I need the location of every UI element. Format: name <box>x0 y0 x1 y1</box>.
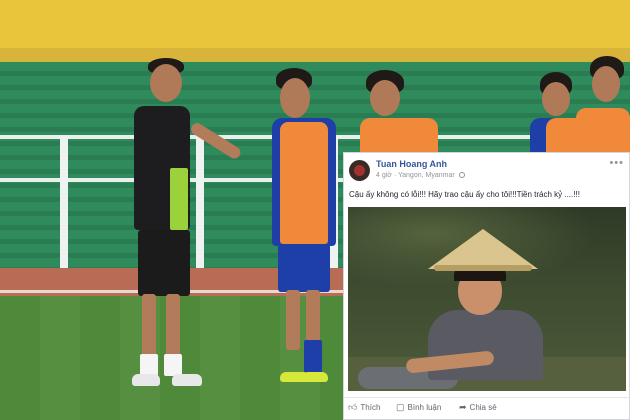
post-meta: 4 giờ · Yangon, Myanmar <box>376 172 465 179</box>
coach-figure <box>130 58 243 398</box>
post-time[interactable]: 4 giờ <box>376 172 392 179</box>
share-button[interactable]: ➦ Chia sẻ <box>459 402 497 413</box>
share-label: Chia sẻ <box>469 403 497 412</box>
avatar[interactable] <box>349 160 370 181</box>
stadium-wall <box>0 0 630 62</box>
fence-post <box>60 135 68 271</box>
post-text: Cậu ấy không có lỗi!!! Hãy trao cậu ấy c… <box>349 190 580 199</box>
like-label: Thích <box>360 403 381 412</box>
comment-button[interactable]: ▢ Bình luận <box>396 402 441 413</box>
speech-bubble-icon: ▢ <box>396 402 405 412</box>
conical-hat-rim <box>434 265 532 271</box>
social-post-card: Tuan Hoang Anh 4 giờ · Yangon, Myanmar •… <box>343 152 630 420</box>
post-header: Tuan Hoang Anh 4 giờ · Yangon, Myanmar •… <box>344 153 630 187</box>
post-photo[interactable] <box>348 207 626 391</box>
author-name[interactable]: Tuan Hoang Anh <box>376 159 447 169</box>
post-actions: 👍︎ Thích ▢ Bình luận ➦ Chia sẻ <box>344 397 630 419</box>
thumbs-up-icon: 👍︎ <box>348 402 358 412</box>
like-button[interactable]: 👍︎ Thích <box>348 402 380 413</box>
player-figure <box>272 68 352 388</box>
post-location[interactable]: Yangon, Myanmar <box>398 172 455 179</box>
conical-hat <box>428 229 538 269</box>
background-player <box>572 56 630 158</box>
background-player <box>360 68 440 168</box>
more-options-icon[interactable]: ••• <box>609 157 624 169</box>
globe-icon <box>458 172 465 179</box>
share-arrow-icon: ➦ <box>459 402 467 412</box>
comment-label: Bình luận <box>407 403 442 412</box>
